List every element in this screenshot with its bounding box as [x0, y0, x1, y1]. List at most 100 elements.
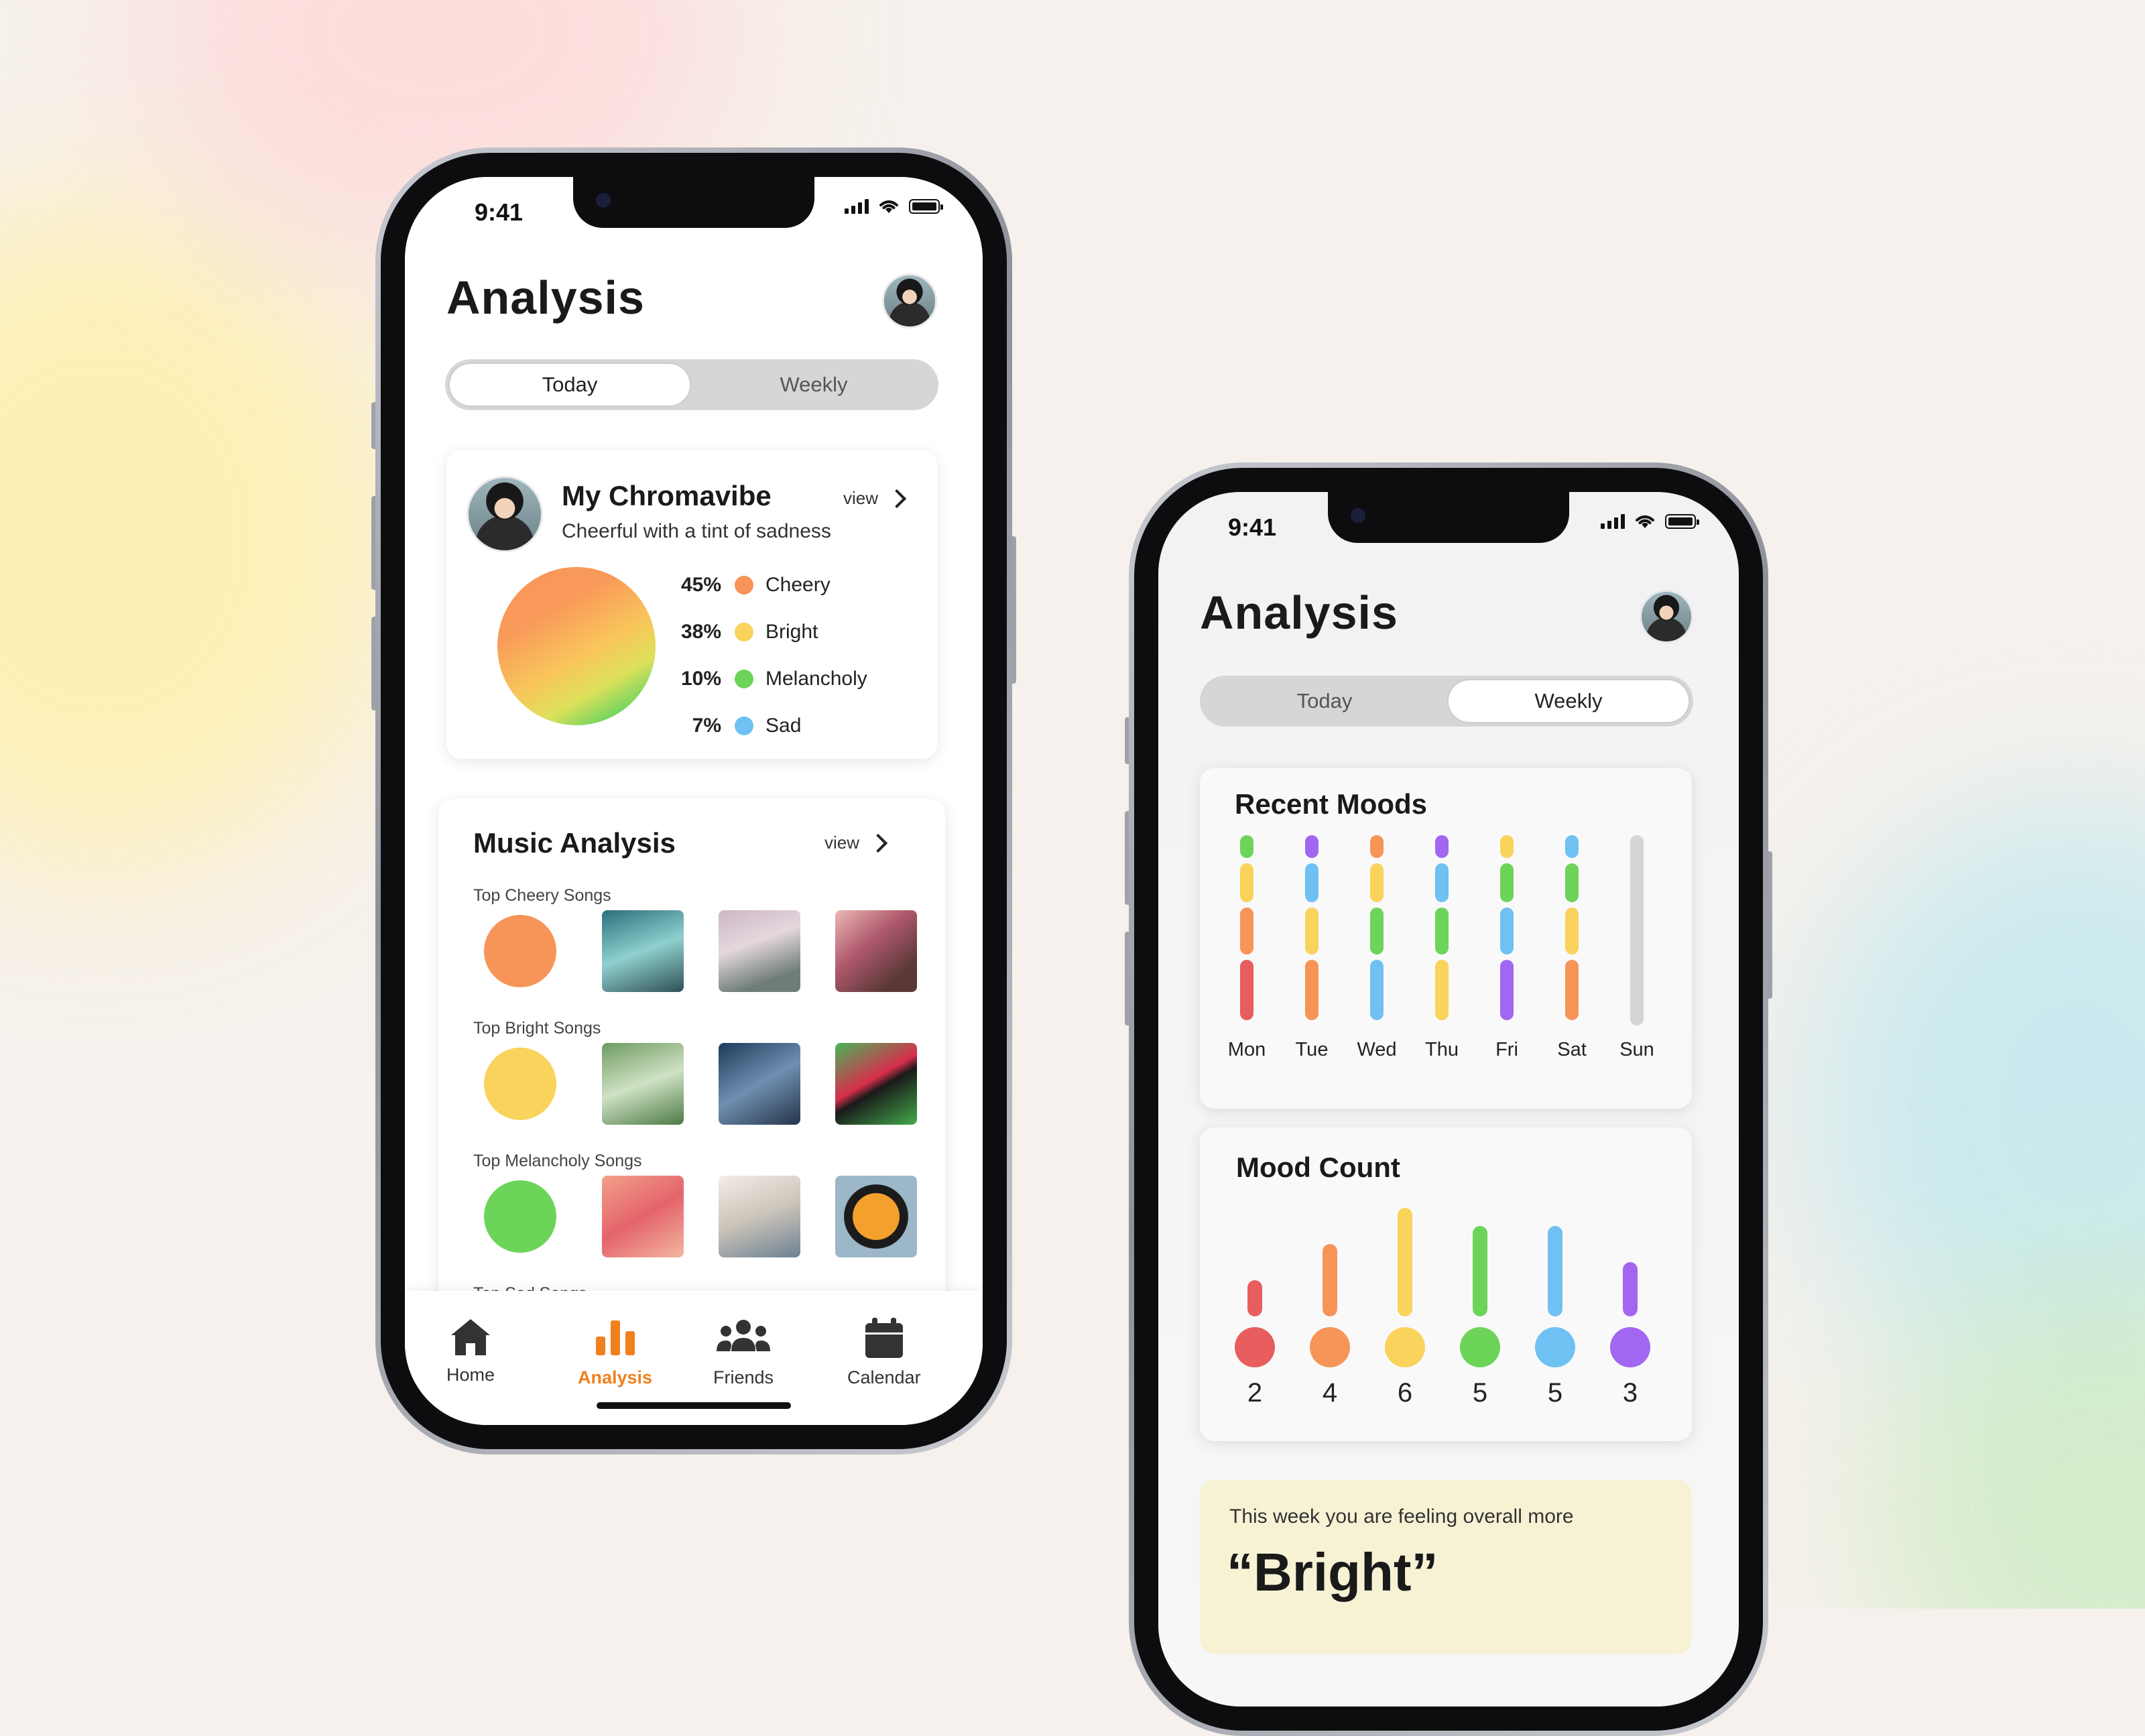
status-time: 9:41	[475, 198, 524, 226]
mood-count-bar	[1473, 1226, 1487, 1316]
tab-analysis[interactable]: Analysis	[578, 1316, 652, 1388]
album-cover[interactable]	[719, 1043, 800, 1125]
mood-pill	[1305, 835, 1319, 858]
day-label: Wed	[1357, 1039, 1397, 1060]
mood-pill	[1305, 863, 1319, 902]
album-cover[interactable]	[835, 1043, 917, 1125]
wifi-icon	[1636, 515, 1654, 528]
legend-percent: 7%	[692, 715, 721, 737]
music-view-link[interactable]: view	[824, 832, 888, 853]
legend-item: 7% Sad	[672, 715, 867, 737]
album-cover[interactable]	[835, 1176, 917, 1257]
legend-label: Bright	[765, 621, 818, 643]
mood-count-dot	[1385, 1327, 1425, 1367]
users-icon	[717, 1320, 771, 1351]
album-cover[interactable]	[602, 910, 684, 992]
music-row-label: Top Cheery Songs	[473, 886, 611, 905]
music-row	[473, 1043, 917, 1125]
mood-color-circle	[484, 1048, 556, 1120]
status-time: 9:41	[1228, 513, 1277, 541]
mood-pill	[1370, 908, 1384, 954]
music-analysis-title: Music Analysis	[473, 827, 676, 859]
tab-calendar[interactable]: Calendar	[847, 1316, 921, 1388]
mood-count-number: 5	[1472, 1378, 1488, 1408]
notch	[1328, 492, 1569, 543]
home-icon	[451, 1319, 491, 1355]
mood-pill	[1240, 863, 1253, 902]
page-title: Analysis	[446, 271, 645, 324]
legend-item: 45% Cheery	[672, 574, 867, 597]
mood-count-card: Mood Count 2 4 6 5 5 3	[1200, 1127, 1692, 1441]
mood-pill	[1370, 960, 1384, 1020]
status-icons	[1601, 513, 1699, 530]
day-mood-column	[1370, 835, 1384, 1026]
bar-chart-icon	[595, 1320, 635, 1355]
mood-pill	[1500, 960, 1514, 1020]
album-cover[interactable]	[835, 910, 917, 992]
avatar[interactable]	[882, 273, 937, 328]
mood-pill	[1240, 835, 1253, 858]
tab-weekly[interactable]: Weekly	[692, 362, 936, 408]
legend-percent: 10%	[680, 668, 721, 690]
mood-count-dot	[1460, 1327, 1500, 1367]
chromavibe-view-link[interactable]: view	[843, 488, 907, 509]
tab-friends[interactable]: Friends	[713, 1316, 774, 1388]
mood-pill	[1565, 863, 1579, 902]
mood-count-number: 3	[1622, 1378, 1638, 1408]
album-cover[interactable]	[602, 1043, 684, 1125]
tab-home[interactable]: Home	[446, 1316, 495, 1385]
mood-pill	[1565, 960, 1579, 1020]
day-mood-column	[1630, 835, 1644, 1031]
chromavibe-card[interactable]: My Chromavibe Cheerful with a tint of sa…	[446, 450, 937, 759]
mood-pill	[1240, 960, 1253, 1020]
legend-label: Cheery	[765, 574, 831, 596]
chevron-right-icon	[887, 489, 907, 508]
chevron-right-icon	[868, 833, 888, 853]
day-label: Sun	[1619, 1039, 1654, 1060]
calendar-icon	[865, 1318, 903, 1358]
notch	[573, 177, 814, 228]
album-cover[interactable]	[719, 910, 800, 992]
legend-item: 38% Bright	[672, 621, 867, 643]
view-label: view	[824, 832, 860, 853]
mood-pill	[1435, 863, 1449, 902]
mood-pill	[1500, 835, 1514, 858]
mood-count-number: 6	[1397, 1378, 1413, 1408]
mood-count-number: 2	[1247, 1378, 1263, 1408]
legend-dot	[735, 670, 753, 688]
page-title: Analysis	[1200, 586, 1398, 639]
mood-count-title: Mood Count	[1236, 1152, 1400, 1183]
day-label: Thu	[1425, 1039, 1459, 1060]
mood-count-bar	[1548, 1226, 1562, 1316]
album-cover[interactable]	[602, 1176, 684, 1257]
mood-pill	[1500, 908, 1514, 954]
legend-percent: 38%	[680, 621, 721, 643]
mood-count-number: 4	[1322, 1378, 1338, 1408]
mood-count-dot	[1235, 1327, 1275, 1367]
weekly-summary: This week you are feeling overall more “…	[1200, 1480, 1692, 1654]
status-icons	[845, 198, 943, 214]
chromavibe-title: My Chromavibe	[562, 480, 772, 511]
signal-icon	[845, 199, 869, 214]
mood-pill-empty	[1630, 835, 1644, 1026]
tab-weekly[interactable]: Weekly	[1447, 678, 1691, 724]
battery-icon	[1665, 514, 1699, 529]
music-row	[473, 910, 917, 992]
tab-today[interactable]: Today	[1203, 678, 1447, 724]
mood-count-number: 5	[1547, 1378, 1563, 1408]
day-mood-column	[1500, 835, 1514, 1026]
mood-count-bar	[1623, 1262, 1638, 1316]
mood-count-dot	[1310, 1327, 1350, 1367]
view-label: view	[843, 488, 879, 508]
tab-today[interactable]: Today	[448, 362, 692, 408]
mood-gradient-circle	[497, 567, 656, 725]
day-mood-column	[1240, 835, 1253, 1026]
day-label: Mon	[1227, 1039, 1266, 1060]
tab-bar: Home Analysis Friends Calendar	[405, 1291, 983, 1425]
album-cover[interactable]	[719, 1176, 800, 1257]
legend-item: 10% Melancholy	[672, 668, 867, 690]
mood-pill	[1370, 863, 1384, 902]
phone-weekly: 9:41 Analysis Today Weekly Recent Moods …	[1125, 462, 1772, 1736]
avatar[interactable]	[1640, 590, 1693, 643]
mood-legend: 45% Cheery 38% Bright 10% Melancholy 7% Sad	[672, 574, 867, 737]
